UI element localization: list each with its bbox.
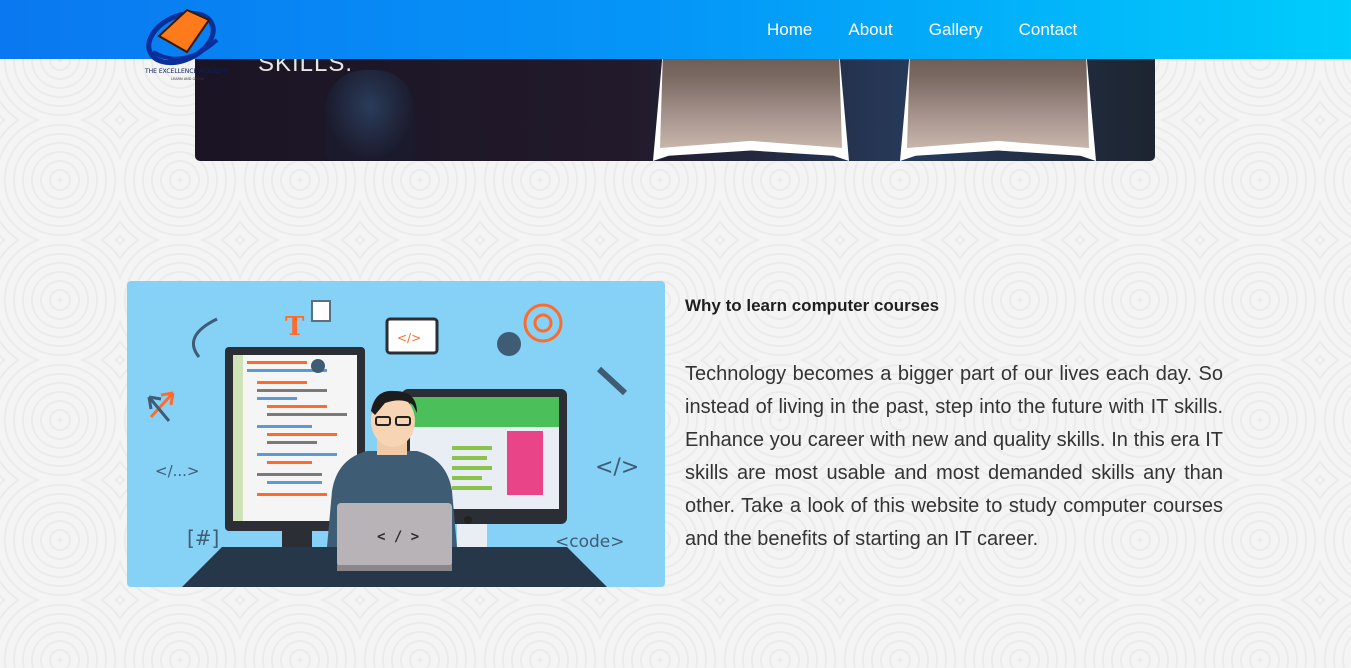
illus-label-hash: [#] <box>187 526 219 550</box>
logo-title: THE EXCELLENCE ACADEMY <box>144 68 229 75</box>
illus-label-ellipsis-tag: </...> <box>155 462 200 480</box>
logo-tagline: LEARN AND GROW <box>171 77 204 81</box>
nav-gallery[interactable]: Gallery <box>929 20 983 40</box>
illus-label-t: T <box>285 312 305 342</box>
illus-label-code-window: </> <box>397 331 421 345</box>
nav-about[interactable]: About <box>848 20 892 40</box>
section-heading: Why to learn computer courses <box>685 296 940 315</box>
nav-contact[interactable]: Contact <box>1019 20 1078 40</box>
coding-illustration-svg: T </> </...> </> [#] <code> < / > <box>147 300 639 587</box>
section-body: Technology becomes a bigger part of our … <box>685 363 1223 550</box>
academy-logo[interactable]: THE EXCELLENCE ACADEMY LEARN AND GROW <box>143 0 233 82</box>
illus-label-tag: </> <box>595 455 639 480</box>
why-learn-section: Why to learn computer courses Technology… <box>685 296 1223 556</box>
illus-label-code: <code> <box>555 532 625 552</box>
nav-home[interactable]: Home <box>767 20 812 40</box>
top-navbar: THE EXCELLENCE ACADEMY LEARN AND GROW Ho… <box>0 0 1351 81</box>
main-nav: Home About Gallery Contact <box>767 0 1077 59</box>
hero-chair <box>325 70 415 161</box>
illus-label-laptop: < / > <box>377 529 419 545</box>
coding-illustration: T </> </...> </> [#] <code> < / > <box>127 281 665 587</box>
